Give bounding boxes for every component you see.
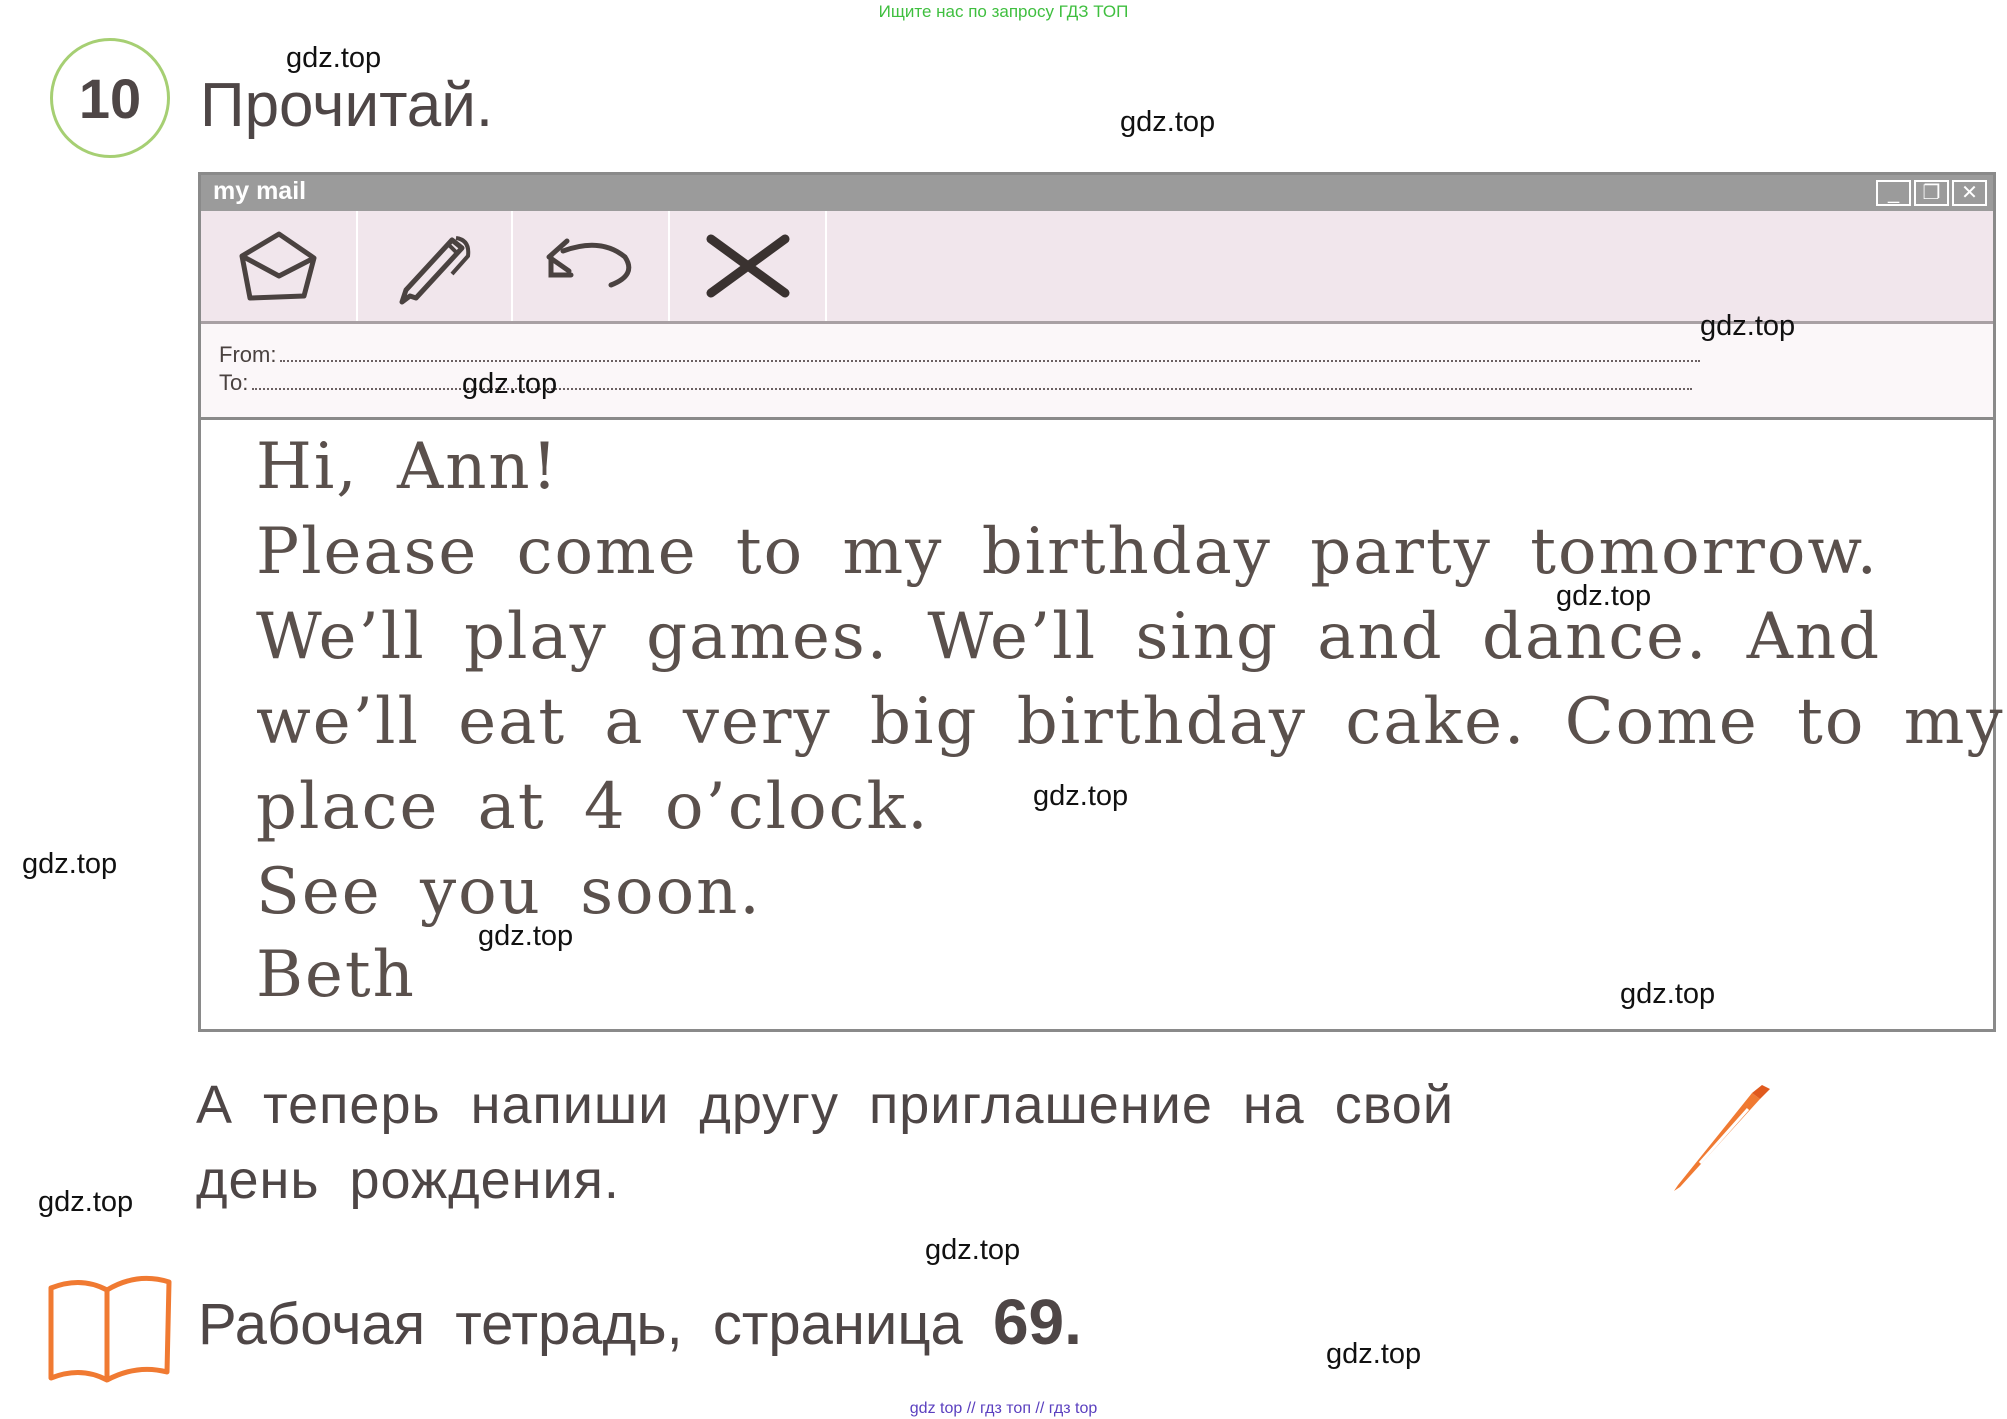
watermark: gdz.top [22,848,118,880]
watermark: gdz.top [1033,780,1129,812]
watermark: gdz.top [1120,106,1216,138]
delete-button[interactable] [670,211,827,321]
task-number: 10 [50,38,170,158]
envelope-button[interactable] [201,211,358,321]
to-label: To: [219,370,249,395]
letter-line: Please come to my birthday party tomorro… [256,515,1879,589]
instruction-line: А теперь напиши другу приглашение на сво… [196,1075,1454,1135]
mail-window: my mail _ ❐ ✕ From: To: Hi, Ann! Please … [198,172,2003,1032]
watermark: gdz.top [462,368,558,400]
envelope-icon [239,231,316,301]
mail-toolbar [201,211,1993,324]
watermark: gdz.top [286,42,382,74]
workbook-icon [48,1275,172,1383]
reply-button[interactable] [513,211,670,321]
close-icon[interactable]: ✕ [1952,180,1987,206]
delete-x-icon [706,234,789,298]
workbook-text: Рабочая тетрадь, страница [198,1292,963,1357]
workbook-page: 69. [992,1286,1082,1358]
letter-signature: Beth [256,938,416,1012]
watermark: gdz.top [1556,580,1652,612]
to-field[interactable]: To: [219,370,1693,396]
top-banner[interactable]: Ищите нас по запросу ГДЗ ТОП [0,2,2007,22]
workbook-reference: Рабочая тетрадь, страница 69. [198,1285,1082,1359]
reply-arrow-icon [546,238,631,288]
restore-icon[interactable]: ❐ [1914,180,1949,206]
letter-closing: See you soon. [256,855,762,929]
letter-body: Hi, Ann! Please come to my birthday part… [201,420,2003,1029]
instruction-line: день рождения. [196,1150,620,1210]
from-field[interactable]: From: [219,342,1701,368]
from-label: From: [219,342,277,367]
writing-instruction: А теперь напиши другу приглашение на сво… [196,1068,1454,1218]
window-title: my mail [213,177,307,205]
letter-line: place at 4 o’clock. [256,770,930,844]
watermark: gdz.top [38,1186,134,1218]
from-line [280,360,1701,362]
write-button[interactable] [358,211,513,321]
watermark: gdz.top [1326,1338,1422,1370]
watermark: gdz.top [925,1234,1021,1266]
orange-pen-icon [1674,1085,1770,1191]
watermark: gdz.top [1700,310,1796,342]
watermark: gdz.top [1620,978,1716,1010]
footer-watermark[interactable]: gdz top // гдз топ // гдз top [0,1400,2007,1418]
letter-greeting: Hi, Ann! [256,430,560,504]
watermark: gdz.top [478,920,574,952]
window-titlebar: my mail _ ❐ ✕ [201,175,1993,211]
minimize-icon[interactable]: _ [1876,180,1911,206]
task-title: Прочитай. [200,71,494,140]
pen-icon [399,236,470,305]
letter-line: we’ll eat a very big birthday cake. Come… [256,685,2005,759]
